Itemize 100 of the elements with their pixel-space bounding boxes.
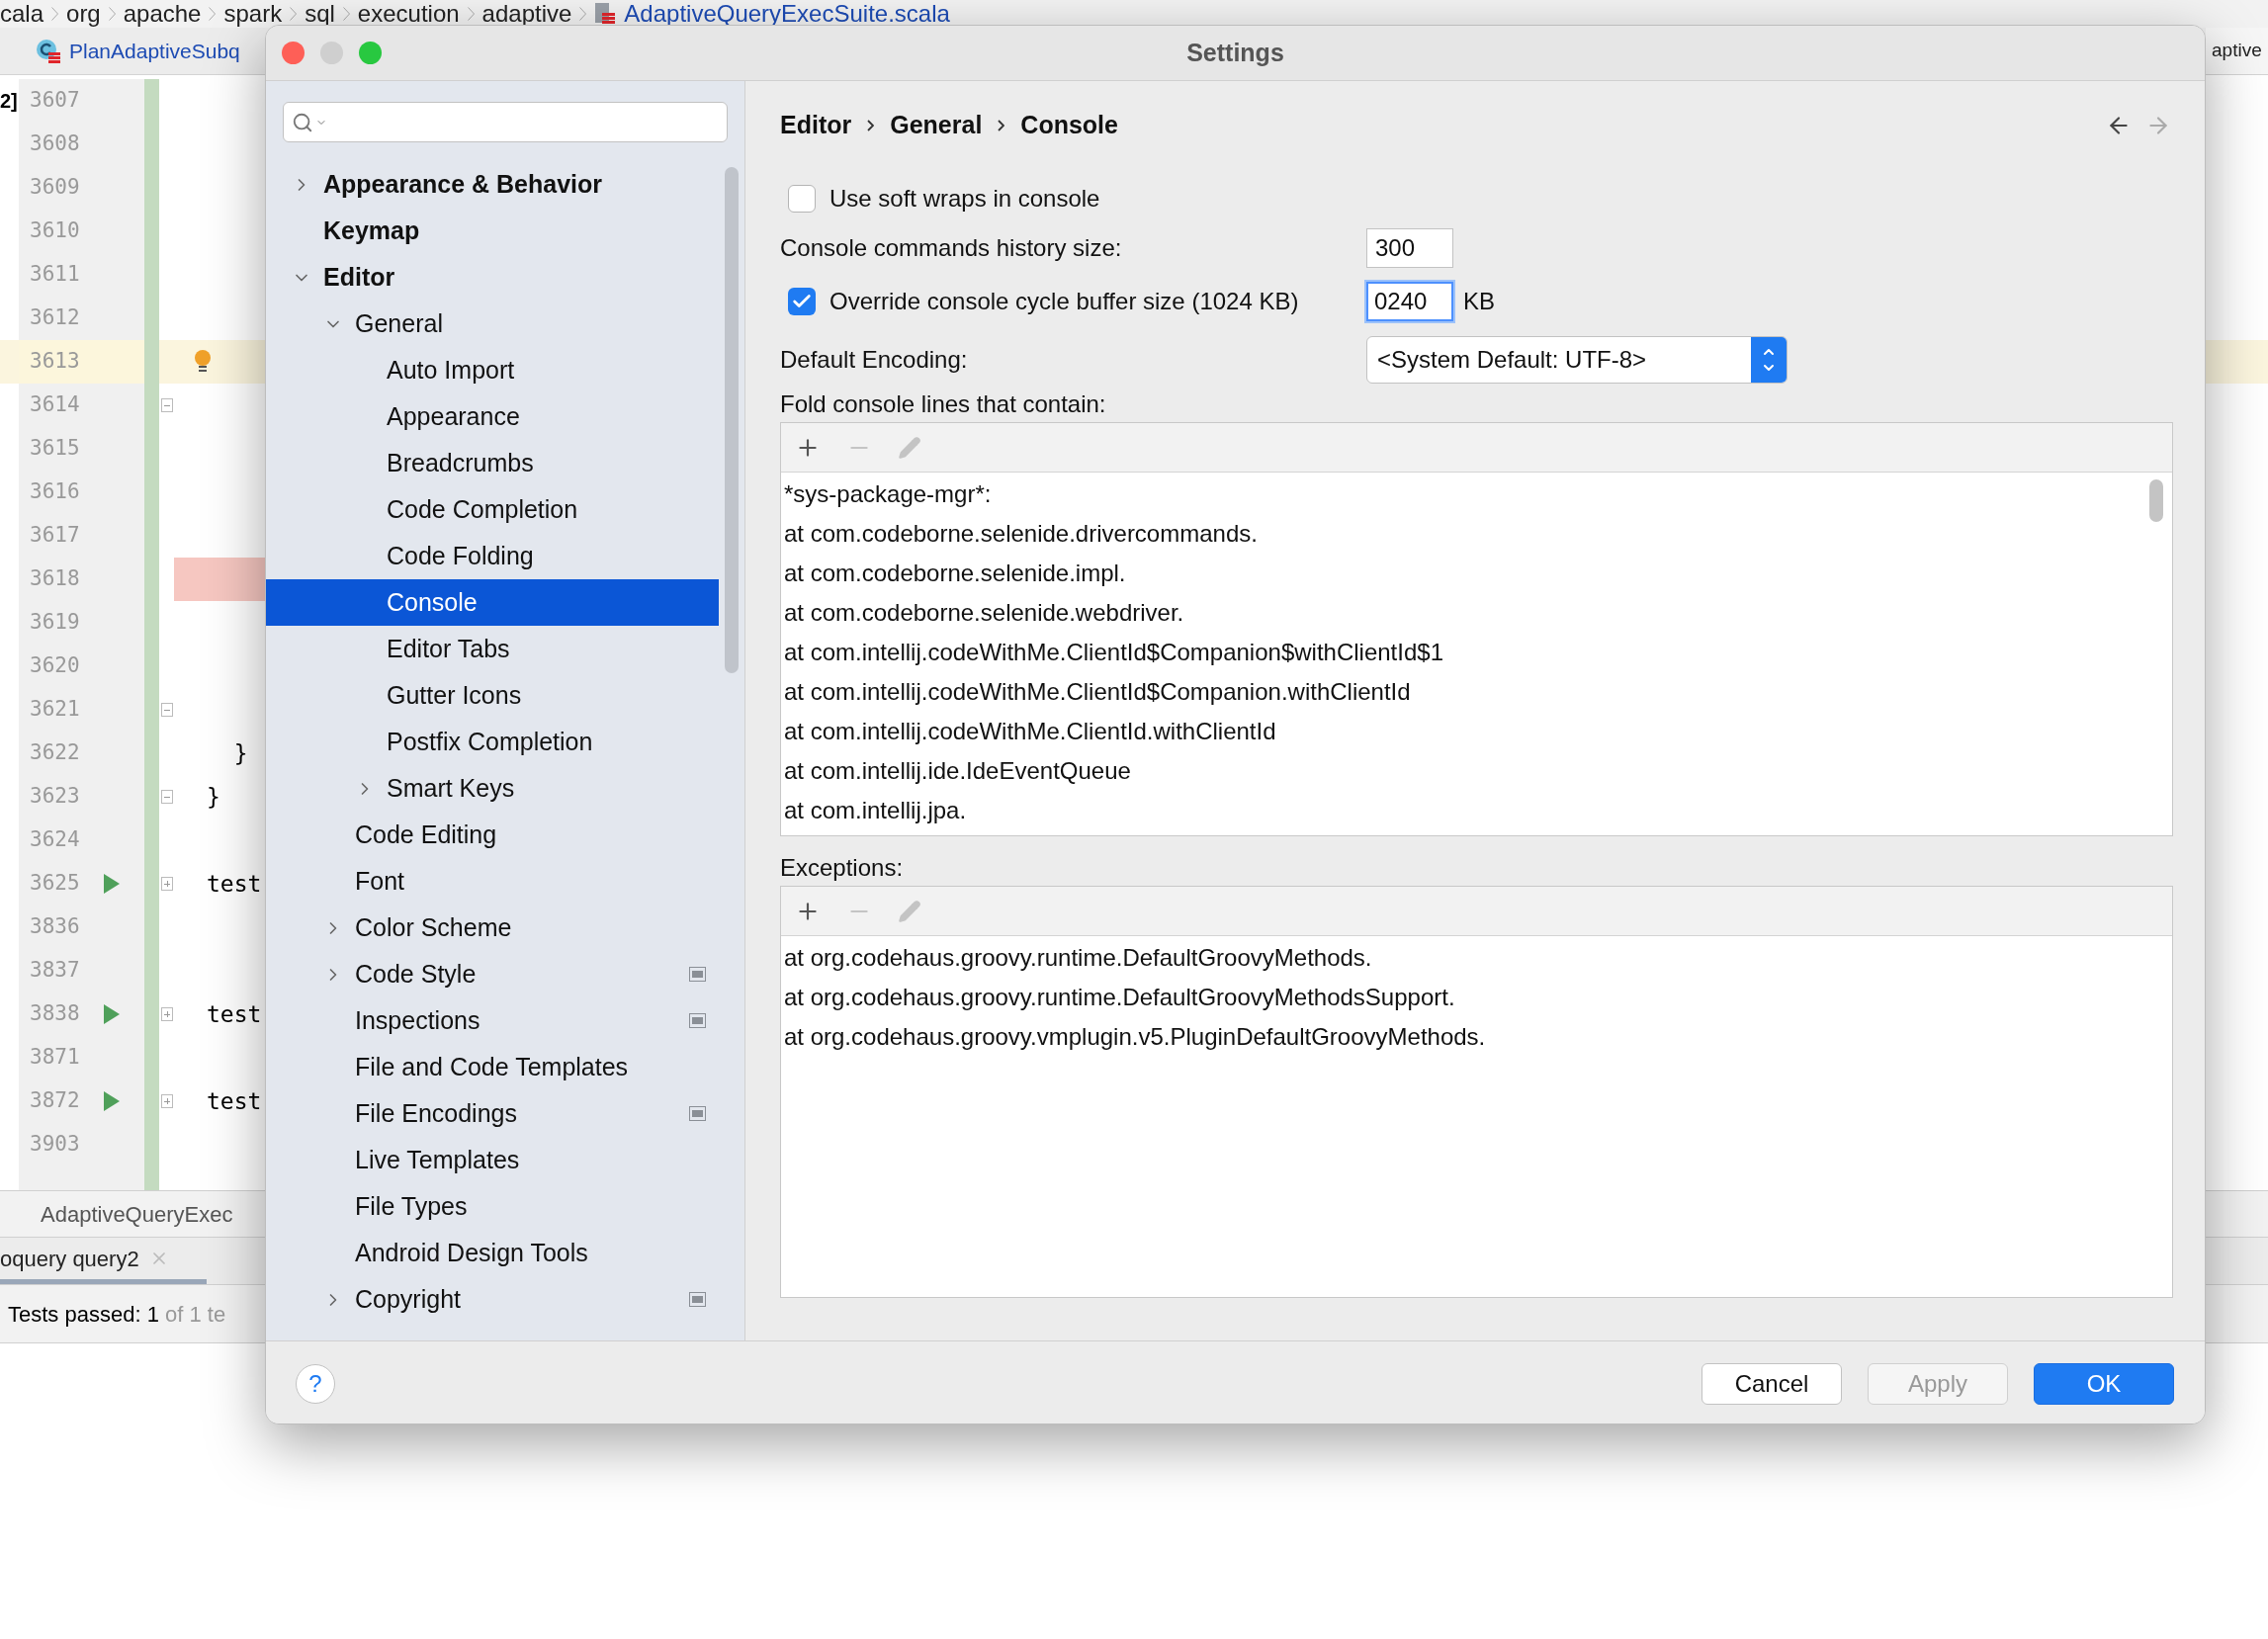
tree-item[interactable]: Color Scheme: [266, 905, 719, 951]
line-number: 3838: [29, 1000, 81, 1028]
line-number: 3621: [29, 696, 81, 724]
tree-item[interactable]: General: [266, 301, 719, 347]
checkbox-label: Override console cycle buffer size (1024 KB): [829, 287, 1299, 316]
fold-icon[interactable]: [160, 790, 173, 804]
tree-item[interactable]: File and Code Templates: [266, 1044, 719, 1090]
list-item[interactable]: at com.intellij.codeWithMe.ClientId$Companion$withClientId$1: [784, 633, 2149, 672]
list-item[interactable]: at com.intellij.codeWithMe.ClientId.withClientId: [784, 712, 2149, 751]
breadcrumb-item[interactable]: execution: [357, 2, 460, 26]
tree-item[interactable]: Gutter Icons: [266, 672, 719, 719]
breadcrumb-item[interactable]: cala: [0, 2, 44, 26]
tree-item[interactable]: Appearance & Behavior: [266, 161, 719, 208]
tree-item[interactable]: Live Templates: [266, 1137, 719, 1183]
editor-tab[interactable]: aptive: [2206, 28, 2268, 74]
tree-item[interactable]: Font: [266, 858, 719, 905]
fold-icon[interactable]: [160, 398, 173, 412]
line-number: 3612: [29, 304, 81, 332]
code-text: }: [232, 738, 248, 768]
unfold-icon[interactable]: [160, 1094, 173, 1108]
line-number: 3609: [29, 174, 81, 202]
field-label: Default Encoding:: [780, 345, 969, 375]
unit-label: KB: [1463, 287, 1495, 316]
run-icon[interactable]: [104, 1004, 120, 1024]
line-number: 3610: [29, 217, 81, 245]
search-field[interactable]: [283, 102, 728, 142]
tree-item[interactable]: Keymap: [266, 208, 719, 254]
chevron-icon: [467, 7, 475, 21]
tree-item[interactable]: Code Completion: [266, 486, 719, 533]
zoom-window-button[interactable]: [359, 42, 382, 64]
change-marker: [144, 79, 159, 123]
run-icon[interactable]: [104, 874, 120, 894]
line-number: 3607: [29, 87, 81, 115]
list-item[interactable]: at com.intellij.jpa.: [784, 791, 2149, 830]
lightbulb-icon[interactable]: [194, 349, 212, 375]
line-number: 3611: [29, 261, 81, 289]
breadcrumb-item[interactable]: org: [66, 2, 101, 26]
line-number: 3608: [29, 130, 81, 158]
close-window-button[interactable]: [282, 42, 305, 64]
fold-icon[interactable]: [160, 703, 173, 717]
breadcrumb-item[interactable]: spark: [223, 2, 283, 26]
line-number: 3625: [29, 870, 81, 898]
list-item[interactable]: *sys-package-mgr*:: [784, 474, 2149, 514]
tree-item[interactable]: Code Editing: [266, 812, 719, 858]
encoding-select[interactable]: <System Default: UTF-8>: [1366, 336, 1788, 384]
list-item[interactable]: at org.codehaus.groovy.runtime.DefaultGroovyMethods.: [784, 938, 2172, 978]
checkbox[interactable]: [788, 288, 816, 315]
buffer-size-field[interactable]: 0240: [1366, 282, 1453, 321]
list-item[interactable]: at org.codehaus.groovy.runtime.DefaultGroovyMethodsSupport.: [784, 978, 2172, 1017]
tree-item[interactable]: File Encodings: [266, 1090, 719, 1137]
list-item[interactable]: at com.codeborne.selenide.impl.: [784, 554, 2149, 593]
scrollbar[interactable]: [2149, 479, 2163, 522]
breadcrumb-item[interactable]: apache: [123, 2, 202, 26]
list-item[interactable]: at com.intellij.codeWithMe.ClientId$Companion.withClientId: [784, 672, 2149, 712]
scrollbar[interactable]: [725, 167, 739, 673]
chevron-icon: [108, 7, 116, 21]
checkbox[interactable]: [788, 185, 816, 213]
tree-item[interactable]: Copyright: [266, 1276, 719, 1323]
tree-item[interactable]: Appearance: [266, 393, 719, 440]
tree-item[interactable]: Code Style: [266, 951, 719, 997]
breadcrumb-item[interactable]: adaptive: [481, 2, 572, 26]
history-size-field[interactable]: 300: [1366, 228, 1453, 268]
list-item[interactable]: at org.codehaus.groovy.vmplugin.v5.PluginDefaultGroovyMethods.: [784, 1017, 2172, 1057]
tree-item[interactable]: Code Folding: [266, 533, 719, 579]
window-title: Settings: [1185, 37, 1285, 68]
cancel-button[interactable]: Cancel: [1701, 1362, 1842, 1405]
tree-item[interactable]: Inspections: [266, 997, 719, 1044]
tree-item[interactable]: Console: [266, 579, 719, 626]
breadcrumb-item[interactable]: sql: [305, 2, 335, 26]
tree-item[interactable]: Smart Keys: [266, 765, 719, 812]
run-icon[interactable]: [104, 1091, 120, 1111]
line-number: 3872: [29, 1087, 81, 1115]
tree-item[interactable]: Editor Tabs: [266, 626, 719, 672]
unfold-icon[interactable]: [160, 877, 173, 891]
ok-button[interactable]: OK: [2034, 1362, 2174, 1405]
line-number: 3871: [29, 1044, 81, 1072]
line-number: 3620: [29, 652, 81, 680]
list-item[interactable]: at com.codeborne.selenide.webdriver.: [784, 593, 2149, 633]
code-text: test: [206, 999, 262, 1029]
code-text: }: [206, 782, 220, 812]
help-button[interactable]: ?: [296, 1363, 335, 1404]
line-number: 3623: [29, 783, 81, 811]
line-number: 3837: [29, 957, 81, 985]
breadcrumb-file[interactable]: AdaptiveQueryExecSuite.scala: [624, 2, 950, 26]
editor-tab[interactable]: PlanAdaptiveSubq: [0, 28, 240, 74]
unfold-icon[interactable]: [160, 1007, 173, 1021]
list-label: Fold console lines that contain:: [780, 389, 1106, 419]
tree-item[interactable]: Editor: [266, 254, 719, 301]
tree-item[interactable]: Breadcrumbs: [266, 440, 719, 486]
tree-item[interactable]: Postfix Completion: [266, 719, 719, 765]
tree-item[interactable]: Auto Import: [266, 347, 719, 393]
field-label: Console commands history size:: [780, 233, 1123, 263]
list-item[interactable]: at com.codeborne.selenide.drivercommands.: [784, 514, 2149, 554]
list-item[interactable]: at com.intellij.ide.IdeEventQueue: [784, 751, 2149, 791]
chevron-icon: [209, 7, 217, 21]
code-text: test: [206, 1086, 262, 1116]
tree-item[interactable]: File Types: [266, 1183, 719, 1230]
file-name: AdaptiveQueryExec: [41, 1200, 233, 1229]
tree-item[interactable]: Android Design Tools: [266, 1230, 719, 1276]
breadcrumb-item: Console: [1020, 110, 1118, 141]
